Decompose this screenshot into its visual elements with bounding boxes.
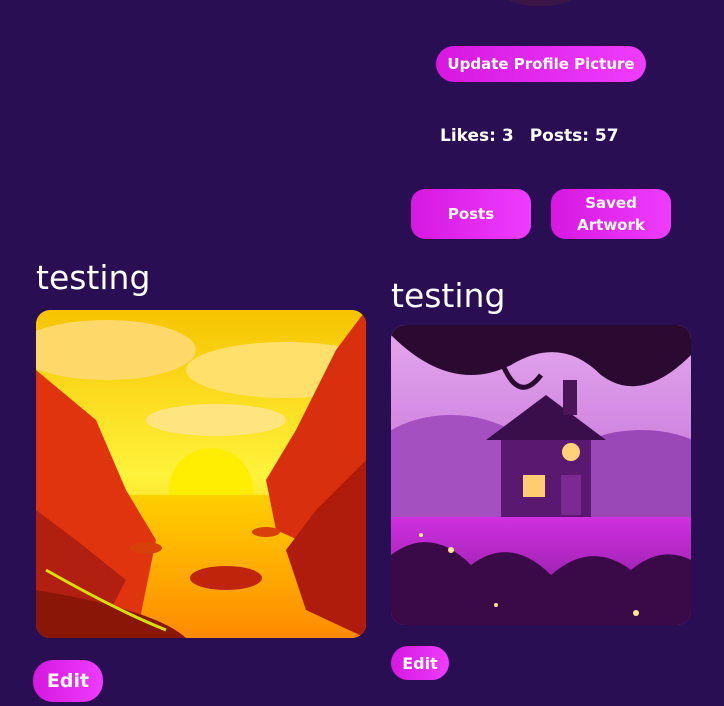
saved-label-line2: Artwork xyxy=(577,216,645,234)
update-profile-picture-button[interactable]: Update Profile Picture xyxy=(436,46,646,82)
saved-artwork-label: Saved Artwork xyxy=(577,192,645,237)
posts-tab-button[interactable]: Posts xyxy=(411,189,531,239)
post-artwork-sunset[interactable] xyxy=(36,310,366,638)
profile-avatar xyxy=(470,0,610,6)
post-artwork-house[interactable] xyxy=(391,325,691,625)
edit-post-button[interactable]: Edit xyxy=(33,660,103,702)
edit-post-button[interactable]: Edit xyxy=(391,646,449,680)
profile-stats: Likes: 3 Posts: 57 xyxy=(440,126,640,152)
sunset-illustration xyxy=(36,310,366,638)
profile-page: Update Profile Picture Likes: 3 Posts: 5… xyxy=(0,0,724,706)
post-title: testing xyxy=(391,276,506,315)
likes-count: Likes: 3 xyxy=(440,126,514,146)
house-illustration xyxy=(391,325,691,625)
post-title: testing xyxy=(36,258,151,297)
saved-artwork-tab-button[interactable]: Saved Artwork xyxy=(551,189,671,239)
saved-label-line1: Saved xyxy=(585,193,637,212)
posts-count: Posts: 57 xyxy=(529,126,619,146)
